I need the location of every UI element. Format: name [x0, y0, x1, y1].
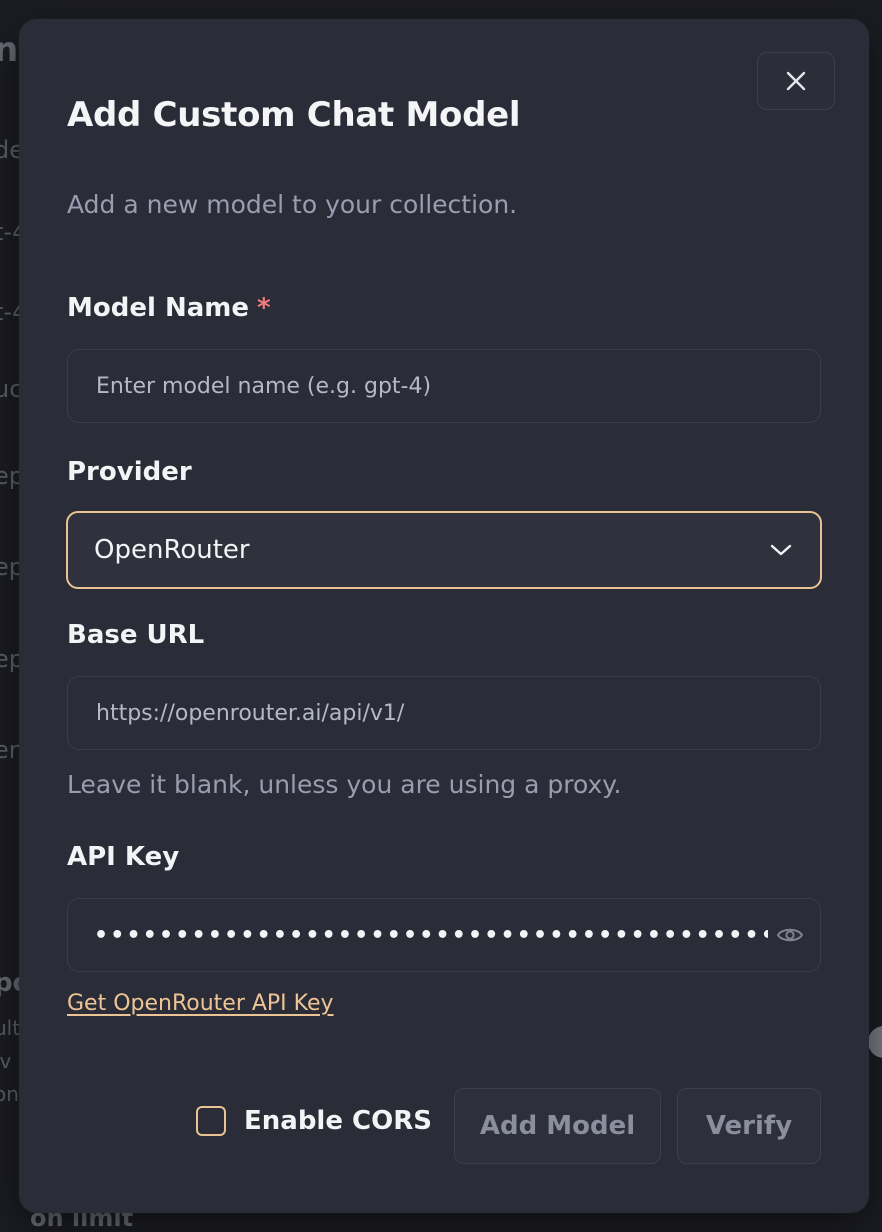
model-name-input[interactable]: [94, 372, 794, 400]
api-key-field[interactable]: ••••••••••••••••••••••••••••••••••••••••…: [67, 898, 821, 972]
base-url-input[interactable]: [94, 699, 794, 727]
provider-selected-value: OpenRouter: [94, 535, 250, 565]
api-key-label: API Key: [67, 842, 180, 872]
model-name-label-text: Model Name: [67, 293, 249, 323]
cors-label: Enable CORS: [244, 1106, 432, 1136]
bg-text-fragment: iv: [0, 1049, 12, 1073]
add-model-button[interactable]: Add Model: [454, 1088, 661, 1164]
add-model-dialog: Add Custom Chat Model Add a new model to…: [19, 19, 869, 1213]
close-icon: [786, 71, 806, 91]
base-url-hint: Leave it blank, unless you are using a p…: [67, 770, 622, 799]
provider-label: Provider: [67, 457, 192, 487]
provider-select[interactable]: OpenRouter: [66, 511, 822, 589]
chevron-down-icon: [770, 544, 792, 556]
model-name-field[interactable]: [67, 349, 821, 423]
base-url-label: Base URL: [67, 620, 205, 650]
eye-icon[interactable]: [776, 925, 804, 945]
get-api-key-link[interactable]: Get OpenRouter API Key: [67, 991, 334, 1016]
cors-checkbox[interactable]: [196, 1106, 226, 1136]
bg-text-fragment: ult: [0, 1016, 21, 1040]
dialog-subtitle: Add a new model to your collection.: [67, 190, 518, 219]
model-name-label: Model Name *: [67, 293, 271, 323]
bg-text-fragment: on: [0, 1082, 19, 1106]
required-mark: *: [256, 293, 271, 323]
close-button[interactable]: [757, 52, 835, 110]
dialog-title: Add Custom Chat Model: [67, 95, 521, 135]
background-scroll-handle: [868, 1026, 882, 1058]
api-key-masked-value[interactable]: ••••••••••••••••••••••••••••••••••••••••…: [94, 923, 768, 948]
base-url-field[interactable]: [67, 676, 821, 750]
enable-cors-toggle[interactable]: Enable CORS: [196, 1106, 432, 1136]
verify-button[interactable]: Verify: [677, 1088, 821, 1164]
